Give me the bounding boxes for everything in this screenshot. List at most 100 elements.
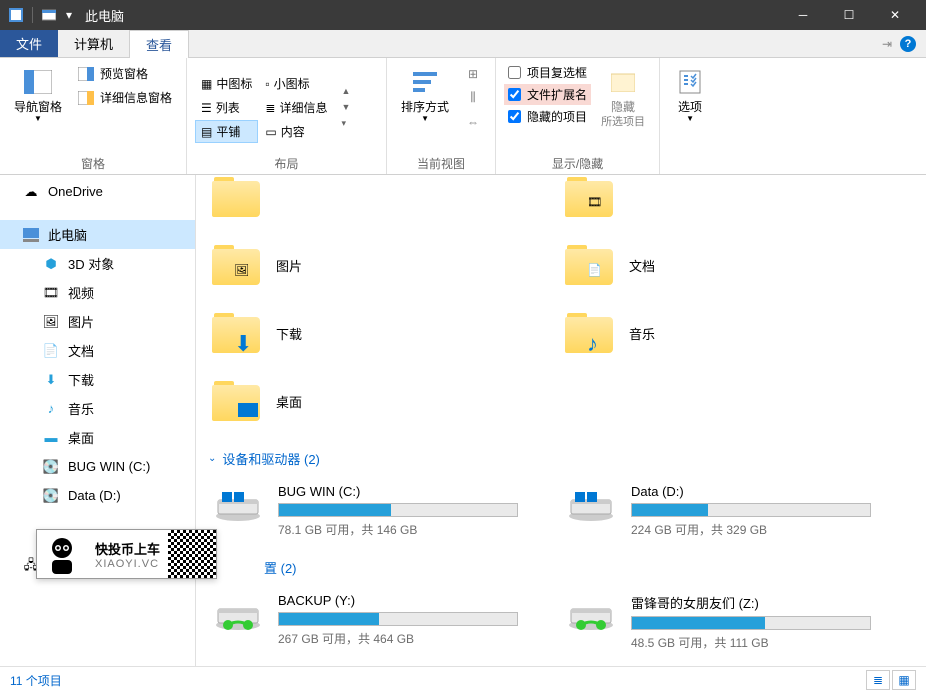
layout-content[interactable]: ▭内容 [259,120,333,143]
minimize-button[interactable]: ─ [780,0,826,30]
desktop-icon: ▬ [42,429,60,447]
sidebar-item-downloads[interactable]: ⬇下载 [0,365,195,394]
hide-selected-button[interactable]: 隐藏所选项目 [595,62,651,134]
doc-icon: 📄 [587,263,611,283]
drive-name: BACKUP (Y:) [278,593,557,608]
pin-icon[interactable]: ⇥ [882,37,892,51]
drive-item[interactable]: Data (D:) 224 GB 可用，共 329 GB [561,480,914,542]
qat-dropdown-icon[interactable]: ▾ [61,7,77,23]
layout-scroll-down[interactable]: ▼ [341,102,350,112]
tab-file[interactable]: 文件 [0,30,58,57]
window-title: 此电脑 [85,6,124,25]
drive-usage-text: 224 GB 可用，共 329 GB [631,521,910,538]
folder-item[interactable]: 🎞 [561,175,914,221]
drive-item[interactable]: BUG WIN (C:) 78.1 GB 可用，共 146 GB [208,480,561,542]
layout-small-icons[interactable]: ▫小图标 [259,72,333,95]
statusbar: 11 个项目 ≣ ▦ [0,666,926,693]
hdd-icon [212,484,264,524]
film-icon: 🎞 [587,195,611,215]
ribbon-group-panes: 导航窗格 ▼ 预览窗格 详细信息窗格 窗格 [0,58,187,174]
drive-usage-bar [278,612,518,626]
sidebar-item-desktop[interactable]: ▬桌面 [0,423,195,452]
tab-view[interactable]: 查看 [129,30,189,58]
watermark-badge: 快投币上车XIAOYI.VC [36,529,217,579]
add-columns-button[interactable]: ⫼ [459,86,487,109]
layout-tiles[interactable]: ▤平铺 [195,120,258,143]
sort-button[interactable]: 排序方式 ▼ [395,62,455,127]
folder-pictures[interactable]: 🖼图片 [208,241,561,289]
doc-icon: 📄 [42,342,60,360]
hdd-icon: 💽 [42,458,60,476]
ribbon-group-current-view: 排序方式 ▼ ⊞ ⫼ ⇔ 当前视图 [387,58,496,174]
view-tiles-toggle[interactable]: ▦ [892,670,916,690]
titlebar: ▾ 此电脑 ─ ☐ ✕ [0,0,926,30]
main-content: 🎞 🖼图片 📄文档 ⬇下载 ♪音乐 桌面 ⌄设备和驱动器 (2) BUG WIN… [196,175,926,666]
group-by-button[interactable]: ⊞ [459,62,487,85]
maximize-button[interactable]: ☐ [826,0,872,30]
chevron-down-icon: ⌄ [208,453,216,464]
drive-name: 雷锋哥的女朋友们 (Z:) [631,593,910,612]
nav-pane-button[interactable]: 导航窗格 ▼ [8,62,68,127]
drive-item[interactable]: BACKUP (Y:) 267 GB 可用，共 464 GB [208,589,561,655]
folder-documents[interactable]: 📄文档 [561,241,914,289]
network-drive-icon [212,593,264,633]
drive-name: Data (D:) [631,484,910,499]
hdd-icon: 💽 [42,487,60,505]
drive-usage-bar [631,616,871,630]
ribbon-group-layout: ▦中图标 ▫小图标 ☰列表 ≣详细信息 ▤平铺 ▭内容 ▲▼▾ 布局 [187,58,387,174]
ribbon: 导航窗格 ▼ 预览窗格 详细信息窗格 窗格 ▦中图标 ▫小图标 ☰列表 ≣详细信… [0,58,926,175]
pc-icon [22,226,40,244]
cloud-icon: ☁ [22,183,40,201]
drive-name: BUG WIN (C:) [278,484,557,499]
sidebar-this-pc[interactable]: 此电脑 [0,220,195,249]
fit-columns-button[interactable]: ⇔ [459,110,487,133]
qat-properties-icon[interactable] [41,7,57,23]
picture-icon: 🖼 [234,263,258,283]
help-icon[interactable]: ? [900,36,916,52]
close-button[interactable]: ✕ [872,0,918,30]
preview-pane-button[interactable]: 预览窗格 [72,62,178,85]
layout-details[interactable]: ≣详细信息 [259,96,333,119]
checkbox-item-checkboxes[interactable]: 项目复选框 [504,62,591,83]
details-pane-button[interactable]: 详细信息窗格 [72,86,178,109]
sidebar-item-drive-c[interactable]: 💽BUG WIN (C:) [0,452,195,481]
folder-item[interactable] [208,175,561,221]
sidebar-item-music[interactable]: ♪音乐 [0,394,195,423]
layout-expand[interactable]: ▾ [341,118,350,129]
drive-usage-bar [631,503,871,517]
section-drives-header[interactable]: ⌄设备和驱动器 (2) [208,445,914,472]
checkbox-file-extensions[interactable]: 文件扩展名 [504,84,591,105]
folder-music[interactable]: ♪音乐 [561,309,914,357]
layout-medium-icons[interactable]: ▦中图标 [195,72,258,95]
download-icon: ⬇ [234,331,258,351]
sidebar-item-3d[interactable]: ⬢3D 对象 [0,249,195,278]
drive-usage-text: 78.1 GB 可用，共 146 GB [278,521,557,538]
desktop-icon [238,403,258,417]
view-details-toggle[interactable]: ≣ [866,670,890,690]
ribbon-tabs: 文件 计算机 查看 ⇥ ? [0,30,926,58]
folder-desktop[interactable]: 桌面 [208,377,561,425]
options-button[interactable]: 选项 ▼ [668,62,712,127]
cube-icon: ⬢ [42,255,60,273]
section-network-header[interactable]: 置 (2) [208,554,914,581]
ribbon-group-options: 选项 ▼ [660,58,720,174]
sidebar-item-pictures[interactable]: 🖼图片 [0,307,195,336]
folder-downloads[interactable]: ⬇下载 [208,309,561,357]
sidebar-onedrive[interactable]: ☁OneDrive [0,177,195,206]
sidebar-item-documents[interactable]: 📄文档 [0,336,195,365]
music-icon: ♪ [42,400,60,418]
film-icon: 🎞 [42,284,60,302]
network-drive-icon [565,593,617,633]
content-area: ☁OneDrive 此电脑 ⬢3D 对象 🎞视频 🖼图片 📄文档 ⬇下载 ♪音乐… [0,175,926,666]
qr-code [168,530,216,578]
sidebar-item-drive-d[interactable]: 💽Data (D:) [0,481,195,510]
picture-icon: 🖼 [42,313,60,331]
sidebar-item-videos[interactable]: 🎞视频 [0,278,195,307]
checkbox-hidden-items[interactable]: 隐藏的项目 [504,106,591,127]
music-icon: ♪ [587,331,611,351]
drive-item[interactable]: 雷锋哥的女朋友们 (Z:) 48.5 GB 可用，共 111 GB [561,589,914,655]
layout-scroll-up[interactable]: ▲ [341,86,350,96]
tab-computer[interactable]: 计算机 [58,30,129,57]
avatar-icon [37,530,87,578]
layout-list[interactable]: ☰列表 [195,96,258,119]
